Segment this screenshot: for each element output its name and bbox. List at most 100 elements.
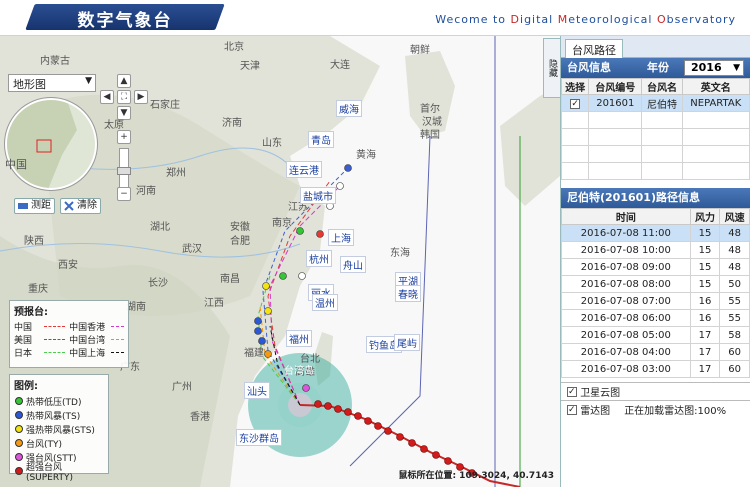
place-label: 盐城市 [300, 187, 336, 204]
place-label: 上海 [328, 229, 354, 246]
zoom-out-button[interactable]: − [117, 187, 131, 201]
table-row[interactable]: ✓ 201601 尼伯特 NEPARTAK [560, 94, 750, 112]
place-label: 汕头 [244, 382, 270, 399]
col-header: 风力 [689, 208, 721, 225]
forecast-item: 中国上海 [69, 349, 106, 359]
legend-item: 热带风暴(TS) [10, 408, 108, 422]
table-row[interactable]: 2016-07-08 07:00 16 55 [561, 292, 750, 310]
fullextent-icon[interactable]: ⛶ [117, 90, 131, 104]
radar-status: 正在加载雷达图:100% [624, 406, 727, 417]
map-label: 南京 [272, 218, 292, 229]
table-row[interactable]: 2016-07-08 06:00 16 55 [561, 309, 750, 327]
table-row[interactable]: 2016-07-08 11:00 15 48 [561, 224, 750, 242]
typhoon-info-header: 台风信息 年份 2016 ▼ [561, 58, 750, 78]
map-view[interactable]: 地形图 ▼ ▲ ◀ ⛶ ▶ ▼ + − 测距 清除 北京 天津 朝鲜 首尔 汉城 … [0, 36, 560, 487]
map-label: 韩国 [420, 130, 440, 141]
map-label: 江西 [204, 298, 224, 309]
logo-text: 数字气象台 [77, 11, 173, 31]
legend-item: 强热带风暴(STS) [10, 422, 108, 436]
chevron-down-icon: ▼ [733, 63, 740, 73]
measure-button[interactable]: 测距 [14, 198, 55, 214]
side-panel: 隐藏 台风路径 台风信息 年份 2016 ▼ 选择 台风编号 台风名 英文名 ✓ 20160… [543, 36, 750, 487]
map-label: 武汉 [182, 244, 202, 255]
forecast-item: 中国台湾 [69, 336, 106, 346]
typhoon-list: 选择 台风编号 台风名 英文名 ✓ 201601 尼伯特 NEPARTAK [560, 78, 750, 180]
forecast-item: 中国香港 [69, 323, 106, 333]
pan-right-button[interactable]: ▶ [134, 90, 148, 104]
col-header: 选择 [560, 78, 590, 95]
path-info-header: 尼伯特(201601)路径信息 [561, 188, 750, 208]
row-checkbox[interactable]: ✓ [570, 98, 581, 109]
level-legend-title: 图例: [14, 381, 38, 392]
col-header: 风速 [719, 208, 750, 225]
satellite-toggle[interactable]: ✓ 卫星云图 [561, 382, 750, 400]
map-type-select[interactable]: 地形图 ▼ [8, 74, 96, 92]
place-label: 威海 [336, 100, 362, 117]
legend-item: 热带低压(TD) [10, 394, 108, 408]
map-label: 安徽 [230, 222, 250, 233]
map-label: 广州 [172, 382, 192, 393]
year-select[interactable]: 2016 ▼ [684, 60, 744, 76]
welcome-text: Wecome to Digital Meteorological Observa… [435, 13, 736, 26]
map-label: 长沙 [148, 278, 168, 289]
map-label: 东海 [390, 248, 410, 259]
place-label: 连云港 [286, 161, 322, 178]
map-label: 福建 [244, 348, 264, 359]
tab-bar: 台风路径 [561, 36, 750, 60]
path-table: 时间 风力 风速 2016-07-08 11:00 15 48 2016-07-08 1… [561, 208, 750, 378]
place-label: 尾屿 [394, 334, 420, 351]
clear-icon [64, 201, 74, 211]
forecast-legend-title: 预报台: [14, 307, 48, 318]
checkbox-icon[interactable]: ✓ [567, 404, 577, 415]
year-label: 年份 [647, 61, 669, 74]
clear-button[interactable]: 清除 [60, 198, 101, 214]
table-row[interactable]: 2016-07-08 03:00 17 60 [561, 360, 750, 378]
map-label: 湖北 [150, 222, 170, 233]
map-label: 山东 [262, 138, 282, 149]
radar-toggle[interactable]: ✓ 雷达图 正在加载雷达图:100% [561, 400, 750, 418]
map-label: 合肥 [230, 236, 250, 247]
place-label: 舟山 [340, 256, 366, 273]
place-label: 温州 [312, 294, 338, 311]
place-label: 杭州 [306, 250, 332, 267]
place-label: 春晓 [395, 285, 421, 302]
pan-left-button[interactable]: ◀ [100, 90, 114, 104]
table-row[interactable]: 2016-07-08 09:00 15 48 [561, 258, 750, 276]
pan-up-button[interactable]: ▲ [117, 74, 131, 88]
map-label: 北京 [224, 42, 244, 53]
map-label: 石家庄 [150, 100, 180, 111]
place-label: 青岛 [308, 131, 334, 148]
legend-item: 台风(TY) [10, 436, 108, 450]
level-legend: 图例: 热带低压(TD) 热带风暴(TS) 强热带风暴(STS) 台风(TY) … [9, 374, 109, 483]
map-label: 黄海 [356, 150, 376, 161]
map-label: 南昌 [220, 274, 240, 285]
mouse-position: 鼠标所在位置: 109.3024, 40.7143 [398, 471, 554, 481]
zoom-handle[interactable] [117, 167, 131, 175]
map-label: 太原 [104, 120, 124, 131]
app-window: 数字气象台 Wecome to Digital Meteorological O… [0, 0, 750, 487]
chevron-down-icon: ▼ [85, 76, 92, 86]
table-row[interactable]: 2016-07-08 10:00 15 48 [561, 241, 750, 259]
overview-map[interactable] [5, 98, 97, 190]
tab-typhoon-path[interactable]: 台风路径 [565, 39, 623, 60]
header: 数字气象台 Wecome to Digital Meteorological O… [0, 0, 750, 36]
map-label: 郑州 [166, 168, 186, 179]
map-label: 河南 [136, 186, 156, 197]
map-label: 重庆 [28, 284, 48, 295]
place-label: 福州 [286, 330, 312, 347]
map-label: 济南 [222, 118, 242, 129]
checkbox-icon[interactable]: ✓ [567, 386, 577, 397]
place-label: 东沙群岛 [236, 429, 282, 446]
table-row[interactable]: 2016-07-08 04:00 17 60 [561, 343, 750, 361]
table-row[interactable]: 2016-07-08 05:00 17 58 [561, 326, 750, 344]
map-label: 陕西 [24, 236, 44, 247]
hide-panel-button[interactable]: 隐藏 [543, 38, 561, 98]
map-label: 中国 [5, 158, 27, 171]
table-row[interactable]: 2016-07-08 08:00 15 50 [561, 275, 750, 293]
forecast-legend: 预报台: 中国 中国香港 美国 中国台湾 日本 中国上海 [9, 300, 129, 368]
zoom-in-button[interactable]: + [117, 130, 131, 144]
col-header: 台风编号 [588, 78, 643, 95]
map-label: 香港 [190, 412, 210, 423]
place-label: 台北 [300, 354, 320, 365]
col-header: 台风名 [641, 78, 683, 95]
